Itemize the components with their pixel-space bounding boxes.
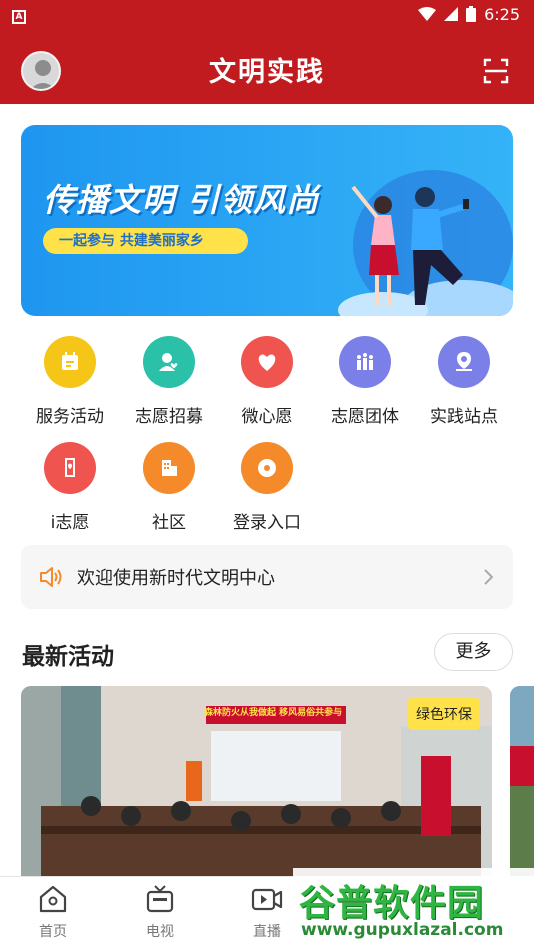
building-icon (143, 442, 195, 494)
service-label: 志愿招募 (135, 407, 203, 427)
service-item-community[interactable]: 社区 (119, 442, 219, 533)
banner-headline: 传播文明 引领风尚 (43, 181, 320, 219)
status-right: 6:25 (418, 5, 520, 24)
notice-text: 欢迎使用新时代文明中心 (77, 568, 275, 589)
battery-icon (466, 6, 477, 22)
status-left: A (12, 4, 26, 24)
speaker-icon (40, 567, 62, 587)
service-label: i志愿 (50, 513, 90, 533)
service-label: 微心愿 (241, 407, 293, 427)
service-item-groups[interactable]: 志愿团体 (315, 336, 415, 427)
service-item-stations[interactable]: 实践站点 (414, 336, 514, 427)
service-item-ivolunteer[interactable]: i志愿 (20, 442, 120, 533)
banner-illustration (338, 170, 513, 316)
notice-bar[interactable]: 欢迎使用新时代文明中心 (21, 545, 513, 609)
service-item-wish[interactable]: 微心愿 (217, 336, 317, 427)
service-label: 登录入口 (233, 513, 301, 533)
chevron-right-icon (484, 569, 493, 585)
section-title: 最新活动 (22, 644, 114, 670)
group-icon (339, 336, 391, 388)
tv-icon (146, 885, 174, 913)
activity-card-next[interactable] (510, 686, 534, 876)
banner-tagline: 一起参与 共建美丽家乡 (43, 228, 248, 254)
tab-label: 电视 (146, 924, 174, 940)
activity-photo-next (510, 686, 534, 876)
service-item-activities[interactable]: 服务活动 (20, 336, 120, 427)
video-icon (251, 888, 283, 911)
more-button[interactable]: 更多 (434, 633, 513, 671)
wifi-icon (418, 7, 437, 21)
service-label: 志愿团体 (331, 407, 399, 427)
home-icon (39, 885, 67, 913)
tab-label: 首页 (39, 924, 67, 940)
service-label: 服务活动 (36, 407, 104, 427)
heart-icon (241, 336, 293, 388)
tab-tv[interactable]: 电视 (120, 885, 200, 941)
person-heart-icon (143, 336, 195, 388)
tab-home[interactable]: 首页 (13, 885, 93, 941)
scan-icon[interactable] (483, 58, 509, 84)
status-time: 6:25 (484, 4, 520, 24)
service-label: 实践站点 (430, 407, 498, 427)
watermark-logo-text: 谷普软件园 (299, 883, 485, 924)
page-title: 文明实践 (209, 57, 325, 88)
app-notification-icon: A (12, 10, 26, 24)
activity-tag: 绿色环保 (408, 698, 480, 730)
calendar-icon (44, 336, 96, 388)
watermark: 谷普软件园 www.gupuxlazal.com (293, 868, 534, 950)
app-header: 文明实践 (0, 28, 534, 104)
login-icon (241, 442, 293, 494)
volunteer-icon (44, 442, 96, 494)
watermark-url: www.gupuxlazal.com (301, 920, 504, 940)
map-pin-icon (438, 336, 490, 388)
service-label: 社区 (152, 513, 186, 533)
activity-banner-text: 森林防火从我做起 移风易俗共参与 (204, 708, 343, 718)
service-item-recruit[interactable]: 志愿招募 (119, 336, 219, 427)
signal-icon (444, 7, 459, 21)
activity-card[interactable]: 森林防火从我做起 移风易俗共参与 绿色环保 (21, 686, 492, 876)
status-bar: A 6:25 (0, 0, 534, 28)
service-item-login[interactable]: 登录入口 (217, 442, 317, 533)
promo-banner[interactable]: 传播文明 引领风尚 一起参与 共建美丽家乡 (21, 125, 513, 316)
